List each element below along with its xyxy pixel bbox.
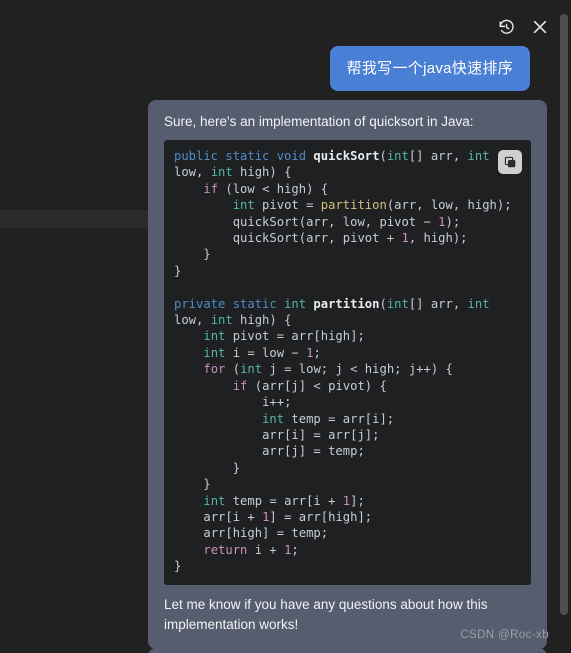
copy-code-button[interactable] [498,150,522,174]
user-message-bubble[interactable]: 帮我写一个java快速排序 [329,46,530,91]
scrollbar-thumb[interactable] [560,14,568,615]
user-message-row: 帮我写一个java快速排序 [329,46,530,91]
assistant-message-bubble: Sure, here's an implementation of quicks… [148,100,547,649]
next-message-row [148,648,547,653]
chat-window: 帮我写一个java快速排序 Sure, here's an implementa… [0,0,571,653]
code-content[interactable]: public static void quickSort(int[] arr, … [164,140,531,585]
watermark: CSDN @Roc-xb [460,629,549,641]
window-controls [497,18,549,36]
assistant-intro-text: Sure, here's an implementation of quicks… [164,114,474,129]
close-icon[interactable] [531,18,549,36]
code-block: public static void quickSort(int[] arr, … [164,140,531,585]
assistant-message-row: Sure, here's an implementation of quicks… [148,100,547,649]
chat-scroll-area[interactable]: 帮我写一个java快速排序 Sure, here's an implementa… [0,0,556,653]
next-message-bubble[interactable] [148,648,547,653]
history-icon[interactable] [497,18,515,36]
